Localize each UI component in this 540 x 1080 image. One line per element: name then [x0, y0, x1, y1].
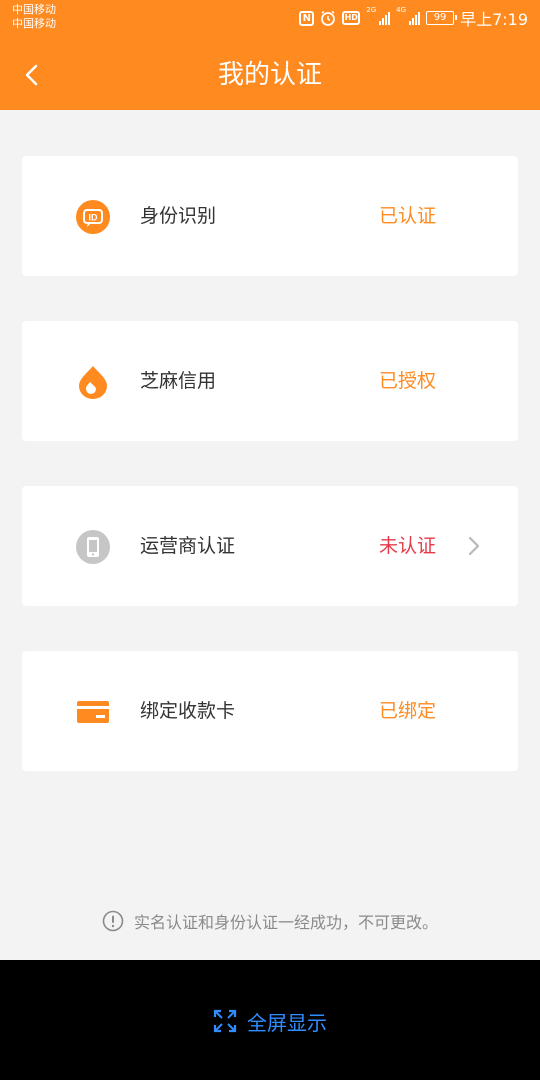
carrier-2: 中国移动 [12, 17, 56, 30]
alarm-icon [321, 10, 336, 26]
page-title: 我的认证 [217, 60, 322, 90]
verify-item-sesame-credit[interactable]: 芝麻信用 已授权 [22, 321, 518, 441]
chevron-right-icon [468, 536, 480, 556]
nav-bar: 我的认证 [0, 40, 540, 110]
expand-icon [213, 1009, 237, 1033]
notice: 实名认证和身份认证一经成功，不可更改。 [0, 905, 540, 937]
verify-item-label: 芝麻信用 [140, 370, 217, 392]
carrier-1: 中国移动 [12, 3, 56, 16]
verify-item-carrier[interactable]: 运营商认证 未认证 [22, 486, 518, 606]
hd-icon: HD [342, 11, 361, 25]
carrier-labels: 中国移动 中国移动 [12, 3, 56, 31]
bottom-bar: 全屏显示 [0, 960, 540, 1080]
phone-icon [76, 530, 110, 564]
id-icon: ID [76, 200, 110, 234]
verify-item-bank-card[interactable]: 绑定收款卡 已绑定 [22, 651, 518, 771]
network-type-1: 2G [366, 6, 377, 14]
card-icon [77, 701, 109, 723]
verify-item-label: 绑定收款卡 [140, 700, 236, 722]
verify-item-status: 已绑定 [378, 700, 436, 722]
network-type-2: 4G [396, 6, 407, 14]
nfc-icon: N [299, 10, 315, 26]
battery-icon: 99 [426, 11, 458, 25]
notice-text: 实名认证和身份认证一经成功，不可更改。 [133, 913, 438, 932]
verify-item-label: 运营商认证 [140, 535, 236, 557]
verify-item-status: 已认证 [378, 205, 436, 227]
fullscreen-button[interactable]: 全屏显示 [0, 1005, 540, 1037]
verify-item-label: 身份识别 [140, 205, 217, 227]
signal-bars-2-icon [409, 11, 421, 25]
sesame-credit-icon [79, 366, 107, 399]
verify-item-status: 已授权 [378, 370, 436, 392]
status-icons: N HD 2G 4G 99 早上7:19 [299, 6, 528, 30]
clock: 早上7:19 [460, 10, 528, 29]
verify-item-status: 未认证 [378, 535, 436, 557]
verify-item-identity[interactable]: ID 身份识别 已认证 [22, 156, 518, 276]
info-icon [102, 910, 124, 932]
svg-text:ID: ID [89, 213, 99, 223]
status-bar: 中国移动 中国移动 N HD 2G 4G 99 早上7:19 [0, 0, 540, 40]
fullscreen-label: 全屏显示 [247, 1010, 327, 1035]
signal-bars-1-icon [379, 11, 391, 25]
